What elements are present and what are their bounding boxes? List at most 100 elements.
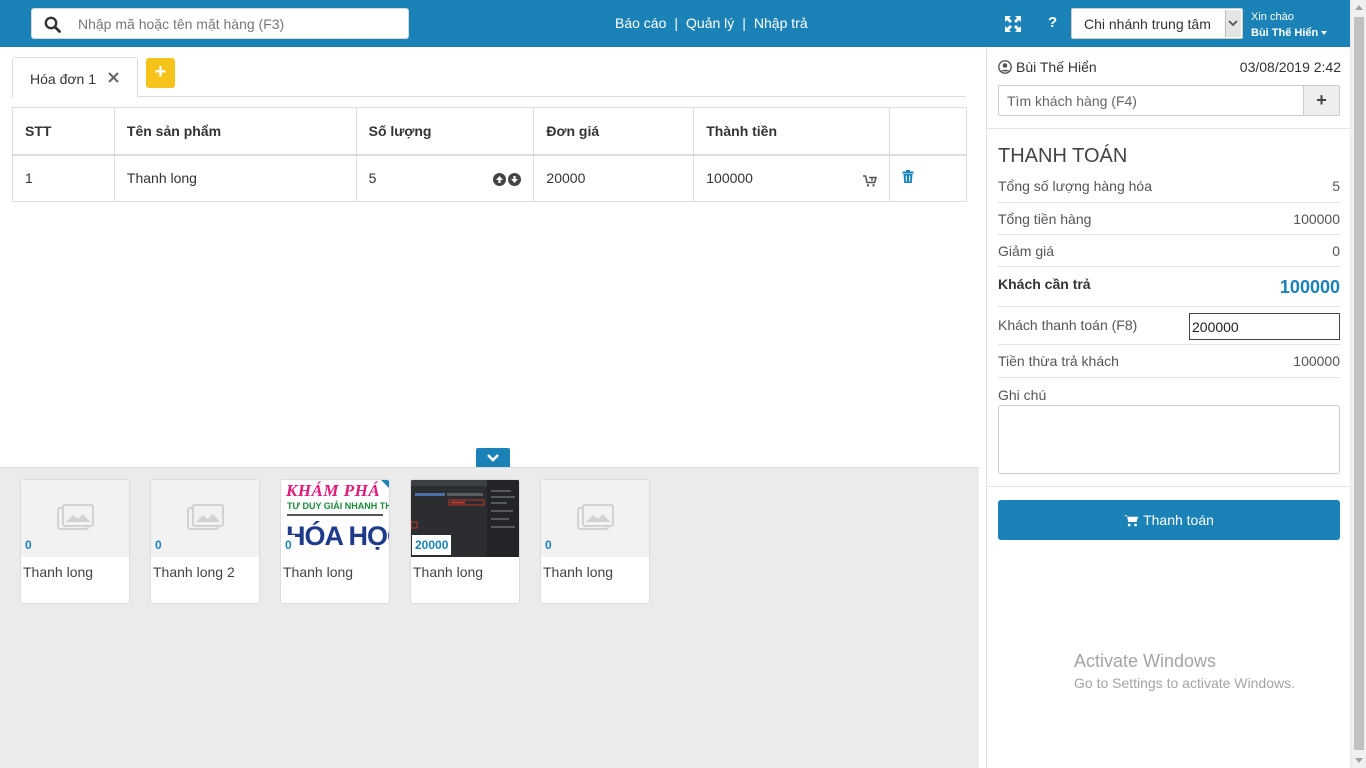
book-cover-corner [381,480,389,488]
search-icon [44,16,61,33]
close-icon[interactable] [107,71,120,84]
nav-quan-ly[interactable]: Quản lý [686,15,734,31]
scrollbar-thumb[interactable] [1354,17,1364,750]
help-button[interactable]: ? [1048,14,1057,31]
image-placeholder-icon [57,504,94,530]
summary-label: Tổng số lượng hàng hóa [998,178,1152,194]
windows-activation-watermark: Activate Windows Go to Settings to activ… [1074,651,1295,691]
product-price: 0 [22,535,35,555]
row-actions-cell [889,154,967,202]
product-card[interactable]: 0 Thanh long 2 [150,479,260,604]
nav-bao-cao[interactable]: Báo cáo [615,15,666,31]
product-name: Thanh long [283,564,354,580]
cashier-name: Bùi Thế Hiển [1016,59,1097,75]
chevron-down-icon[interactable] [1225,10,1241,37]
add-invoice-button[interactable]: + [146,58,175,88]
product-price: 0 [542,535,555,555]
tab-label: Hóa đơn 1 [30,71,97,87]
nav-nhap-tra[interactable]: Nhập trả [754,15,808,31]
add-customer-button[interactable]: + [1303,86,1339,115]
user-circle-icon [998,60,1012,74]
product-thumbnail-screenshot: 20000 [411,480,519,557]
divider [987,128,1350,129]
row-stt: 1 [12,154,115,202]
row-product-name: Thanh long [113,154,357,202]
nav-separator: | [742,15,746,31]
payment-heading: THANH TOÁN [998,145,1128,167]
summary-total-quantity: Tổng số lượng hàng hóa 5 [998,177,1340,203]
watermark-line-1: Activate Windows [1074,651,1217,671]
summary-label: Khách thanh toán (F8) [998,317,1138,333]
product-card[interactable]: KHÁM PHÁ TƯ DUY GIẢI NHANH THẦN TỐC HÓA … [280,479,390,604]
image-placeholder-icon [187,504,224,530]
arrow-down-circle-icon[interactable] [508,172,522,186]
note-label: Ghi chú [998,387,1047,403]
product-thumbnail: 0 [21,480,129,557]
product-grid: 0 Thanh long 0 Thanh long 2 KHÁM PHÁ TƯ … [0,467,979,768]
book-cover-fine-print [287,514,383,516]
summary-label: Giảm giá [998,243,1055,259]
summary-label: Tổng tiền hàng [998,211,1092,227]
summary-discount: Giảm giá 0 [998,235,1340,267]
col-stt: STT [12,107,115,156]
customer-search-input[interactable] [999,86,1304,115]
product-thumbnail: 0 [151,480,259,557]
product-thumbnail-book-cover: KHÁM PHÁ TƯ DUY GIẢI NHANH THẦN TỐC HÓA … [281,480,389,557]
note-textarea[interactable] [998,405,1340,474]
trash-icon[interactable] [902,170,914,184]
table-row: 1 Thanh long 5 20000 100000 [12,154,967,202]
cart-plus-icon[interactable] [863,174,878,187]
col-actions [889,107,967,156]
caret-down-icon [1321,31,1328,36]
product-name: Thanh long 2 [153,564,235,580]
product-card[interactable]: 0 Thanh long [540,479,650,604]
product-price: 0 [282,535,295,555]
top-nav: Báo cáo | Quản lý | Nhập trả [615,15,808,31]
col-product-name: Tên sản phẩm [113,107,357,156]
nav-separator: | [674,15,679,31]
expand-icon[interactable] [1004,15,1022,33]
checkout-panel: Bùi Thế Hiển 03/08/2019 2:42 + THANH TOÁ… [986,47,1350,768]
user-menu[interactable]: Xin chào Bùi Thế Hiển [1251,9,1328,41]
product-search[interactable] [31,8,409,39]
book-cover-title: KHÁM PHÁ [286,481,381,500]
row-quantity-cell: 5 [355,154,535,202]
checkout-button[interactable]: Thanh toán [998,500,1340,540]
shopping-cart-icon [1124,515,1139,527]
book-cover-big-text: HÓA HỌC [286,521,389,551]
product-name: Thanh long [413,564,484,580]
top-bar: Báo cáo | Quản lý | Nhập trả ? Chi nhánh tru… [0,0,1350,47]
divider [987,486,1350,487]
watermark-line-2: Go to Settings to activate Windows. [1074,675,1295,691]
user-name: Bùi Thế Hiển [1251,27,1319,39]
summary-label: Tiền thừa trả khách [998,353,1119,369]
branch-select[interactable]: Chi nhánh trung tâm [1071,8,1243,39]
cashier-info: Bùi Thế Hiển 03/08/2019 2:42 [998,59,1341,77]
summary-amount-due: Khách cần trả 100000 [998,267,1340,307]
invoice-datetime: 03/08/2019 2:42 [1239,59,1341,75]
arrow-up-circle-icon[interactable] [493,172,507,186]
invoice-tabs: Hóa đơn 1 + [12,57,966,98]
tab-invoice-1[interactable]: Hóa đơn 1 [12,57,138,98]
product-card[interactable]: 20000 Thanh long [410,479,520,604]
col-total: Thành tiền [693,107,891,156]
collapse-products-button[interactable] [476,448,510,468]
customer-search[interactable]: + [998,85,1340,116]
scroll-up-icon[interactable] [1355,5,1363,10]
summary-value: 100000 [1293,353,1340,369]
summary-change: Tiền thừa trả khách 100000 [998,345,1340,378]
col-quantity: Số lượng [355,107,535,156]
product-name: Thanh long [23,564,94,580]
product-search-input[interactable] [78,9,403,38]
image-placeholder-icon [577,504,614,530]
summary-value: 0 [1332,243,1340,259]
summary-value: 100000 [1293,211,1340,227]
row-quantity: 5 [368,170,377,187]
branch-select-value: Chi nhánh trung tâm [1084,16,1211,32]
product-price: 0 [152,535,165,555]
customer-paid-input[interactable] [1189,313,1340,340]
product-card[interactable]: 0 Thanh long [20,479,130,604]
scroll-down-icon[interactable] [1355,758,1363,763]
page-scrollbar[interactable] [1350,0,1366,768]
summary-customer-paid: Khách thanh toán (F8) [998,307,1340,345]
